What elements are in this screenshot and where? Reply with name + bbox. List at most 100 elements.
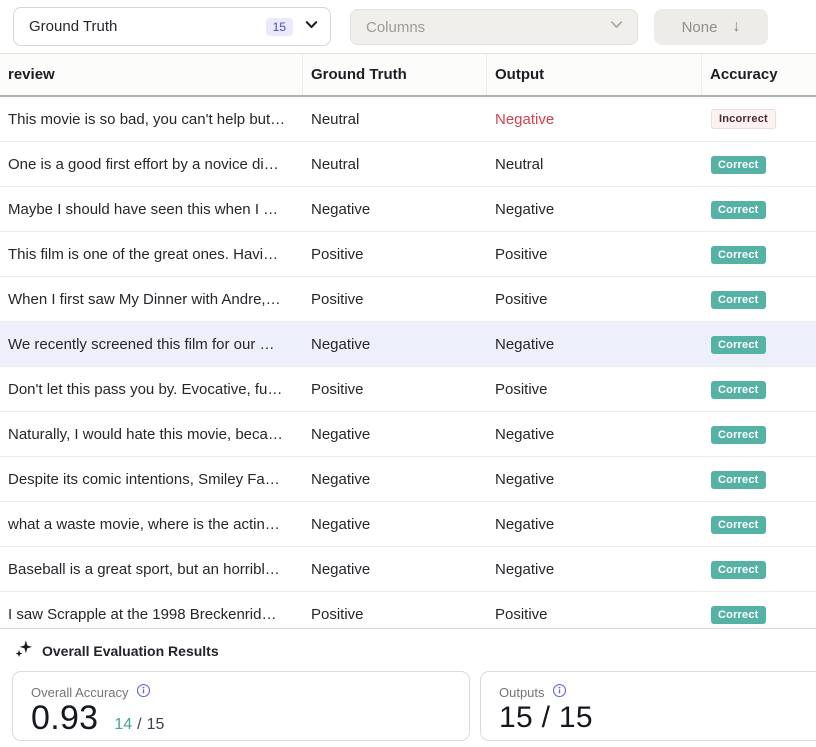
review-cell: I saw Scrapple at the 1998 Breckenrid… — [0, 606, 303, 623]
accuracy-cell: Correct — [702, 335, 816, 354]
ground-truth-cell: Positive — [303, 246, 487, 263]
accuracy-cell: Correct — [702, 380, 816, 399]
columns-select[interactable]: Columns — [350, 9, 638, 45]
accuracy-badge: Correct — [711, 426, 766, 444]
table-row[interactable]: Despite its comic intentions, Smiley Fa…… — [0, 457, 816, 502]
output-cell: Negative — [487, 426, 702, 443]
accuracy-cell: Correct — [702, 200, 816, 219]
table-header: review Ground Truth Output Accuracy — [0, 54, 816, 97]
review-cell: Despite its comic intentions, Smiley Fa… — [0, 471, 303, 488]
review-cell: what a waste movie, where is the actin… — [0, 516, 303, 533]
outputs-label: Outputs — [499, 685, 545, 700]
columns-select-placeholder: Columns — [366, 19, 609, 36]
review-cell: Maybe I should have seen this when I … — [0, 201, 303, 218]
accuracy-cell: Correct — [702, 560, 816, 579]
accuracy-fraction: 14 / 15 — [114, 716, 164, 734]
ground-truth-cell: Positive — [303, 291, 487, 308]
accuracy-cell: Correct — [702, 245, 816, 264]
output-cell: Positive — [487, 291, 702, 308]
info-icon[interactable] — [136, 683, 151, 701]
output-cell: Positive — [487, 246, 702, 263]
review-cell: Baseball is a great sport, but an horrib… — [0, 561, 303, 578]
output-cell: Negative — [487, 336, 702, 353]
column-header-ground-truth[interactable]: Ground Truth — [303, 54, 487, 95]
output-cell: Negative — [487, 561, 702, 578]
overall-results-title: Overall Evaluation Results — [42, 643, 219, 659]
review-cell: We recently screened this film for our … — [0, 336, 303, 353]
output-cell: Negative — [487, 111, 702, 128]
output-cell: Negative — [487, 201, 702, 218]
output-cell: Negative — [487, 471, 702, 488]
review-cell: Don't let this pass you by. Evocative, f… — [0, 381, 303, 398]
table-row[interactable]: Naturally, I would hate this movie, beca… — [0, 412, 816, 457]
column-header-output[interactable]: Output — [487, 54, 702, 95]
toolbar: Ground Truth 15 Columns None ↓ — [0, 0, 816, 54]
review-cell: Naturally, I would hate this movie, beca… — [0, 426, 303, 443]
ground-truth-cell: Negative — [303, 561, 487, 578]
column-filter-select[interactable]: Ground Truth 15 — [13, 7, 331, 46]
ground-truth-cell: Neutral — [303, 111, 487, 128]
accuracy-cell: Correct — [702, 290, 816, 309]
table-row[interactable]: Don't let this pass you by. Evocative, f… — [0, 367, 816, 412]
sparkles-icon — [14, 639, 33, 663]
accuracy-badge: Correct — [711, 246, 766, 264]
accuracy-fraction-separator: / — [137, 716, 141, 734]
accuracy-cell: Correct — [702, 425, 816, 444]
ground-truth-cell: Negative — [303, 426, 487, 443]
accuracy-badge: Correct — [711, 156, 766, 174]
overall-results-panel: Overall Evaluation Results Overall Accur… — [0, 628, 816, 747]
accuracy-cell: Correct — [702, 605, 816, 624]
metric-cards: Overall Accuracy 0.93 14 / 15 Outputs — [12, 671, 816, 741]
accuracy-badge: Correct — [711, 606, 766, 624]
accuracy-cell: Correct — [702, 155, 816, 174]
overall-accuracy-label: Overall Accuracy — [31, 685, 129, 700]
table-row[interactable]: This film is one of the great ones. Havi… — [0, 232, 816, 277]
review-cell: One is a good first effort by a novice d… — [0, 156, 303, 173]
accuracy-fraction-denominator: 15 — [147, 716, 165, 734]
ground-truth-cell: Neutral — [303, 156, 487, 173]
accuracy-cell: Correct — [702, 515, 816, 534]
outputs-value: 15 / 15 — [499, 701, 593, 735]
chevron-down-icon — [609, 17, 624, 37]
ground-truth-cell: Negative — [303, 336, 487, 353]
outputs-card: Outputs 15 / 15 — [480, 671, 816, 741]
chevron-down-icon — [304, 17, 319, 37]
sort-button-label: None — [682, 19, 718, 36]
accuracy-badge: Correct — [711, 516, 766, 534]
review-cell: This film is one of the great ones. Havi… — [0, 246, 303, 263]
ground-truth-cell: Negative — [303, 516, 487, 533]
table-row[interactable]: Maybe I should have seen this when I … N… — [0, 187, 816, 232]
table-row[interactable]: We recently screened this film for our …… — [0, 322, 816, 367]
output-cell: Positive — [487, 606, 702, 623]
output-cell: Negative — [487, 516, 702, 533]
review-cell: This movie is so bad, you can't help but… — [0, 111, 303, 128]
accuracy-badge: Correct — [711, 471, 766, 489]
overall-accuracy-card: Overall Accuracy 0.93 14 / 15 — [12, 671, 470, 741]
ground-truth-cell: Positive — [303, 381, 487, 398]
table-row[interactable]: One is a good first effort by a novice d… — [0, 142, 816, 187]
column-header-accuracy[interactable]: Accuracy — [702, 54, 816, 95]
output-cell: Neutral — [487, 156, 702, 173]
column-header-review[interactable]: review — [0, 54, 303, 95]
table-row[interactable]: When I first saw My Dinner with Andre,… … — [0, 277, 816, 322]
evaluation-results-page: Ground Truth 15 Columns None ↓ review Gr… — [0, 0, 816, 747]
output-cell: Positive — [487, 381, 702, 398]
accuracy-fraction-numerator: 14 — [114, 716, 132, 734]
accuracy-cell: Correct — [702, 470, 816, 489]
overall-results-header: Overall Evaluation Results — [0, 629, 816, 663]
row-count-badge: 15 — [266, 18, 293, 36]
accuracy-badge: Correct — [711, 201, 766, 219]
column-filter-label: Ground Truth — [29, 18, 266, 35]
overall-accuracy-value: 0.93 — [31, 699, 98, 738]
accuracy-badge: Correct — [711, 381, 766, 399]
info-icon[interactable] — [552, 683, 567, 701]
ground-truth-cell: Negative — [303, 471, 487, 488]
accuracy-badge: Correct — [711, 561, 766, 579]
arrow-down-icon: ↓ — [732, 18, 740, 36]
table-row[interactable]: what a waste movie, where is the actin… … — [0, 502, 816, 547]
sort-button[interactable]: None ↓ — [654, 9, 768, 45]
ground-truth-cell: Positive — [303, 606, 487, 623]
accuracy-badge: Correct — [711, 291, 766, 309]
table-row[interactable]: This movie is so bad, you can't help but… — [0, 97, 816, 142]
table-row[interactable]: Baseball is a great sport, but an horrib… — [0, 547, 816, 592]
